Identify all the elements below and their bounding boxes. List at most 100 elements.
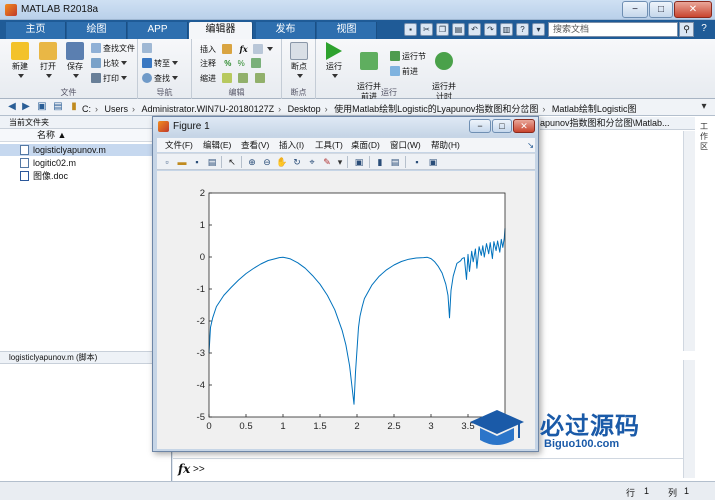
indent-button[interactable]: 缩进 [200, 73, 267, 85]
search-icon[interactable]: ⚲ [679, 22, 694, 37]
file-item[interactable]: logitic02.m [0, 157, 172, 169]
legend-icon[interactable]: ▤ [389, 156, 401, 168]
y-tick-label: -1 [197, 284, 205, 295]
nav-back-forward[interactable] [142, 43, 154, 55]
copy-quick-icon[interactable]: ❐ [436, 23, 449, 36]
breadcrumb-item[interactable]: Users [105, 104, 129, 114]
tab-editor[interactable]: 编辑器 [189, 22, 253, 39]
open-file-icon[interactable]: ▬ [176, 156, 188, 168]
save-button[interactable]: 保存 [61, 42, 89, 82]
figure-minimize-button[interactable]: − [469, 119, 491, 133]
redo-quick-icon[interactable]: ↷ [484, 23, 497, 36]
save-quick-icon[interactable]: ▪ [404, 23, 417, 36]
command-window[interactable]: fx >> [173, 458, 683, 480]
cut-quick-icon[interactable]: ✂ [420, 23, 433, 36]
rotate-3d-icon[interactable]: ↻ [291, 156, 303, 168]
menu-insert[interactable]: 插入(I) [279, 139, 304, 151]
new-figure-icon[interactable]: ▫ [161, 156, 173, 168]
help-quick-icon[interactable]: ? [516, 23, 529, 36]
breadcrumb-item[interactable]: Administrator.WIN7U-20180127Z [142, 104, 275, 114]
open-button[interactable]: 打开 [34, 42, 62, 82]
workspace-side-tab[interactable]: 工作区 [697, 122, 711, 152]
find-files-button[interactable]: 查找文件 [91, 43, 135, 55]
goto-button[interactable]: 转至 [142, 58, 178, 70]
menu-view[interactable]: 查看(V) [241, 139, 269, 151]
print-figure-icon[interactable]: ▤ [206, 156, 218, 168]
x-tick-label: 1.5 [313, 421, 326, 432]
paste-quick-icon[interactable]: ▤ [452, 23, 465, 36]
minimize-button[interactable]: − [622, 1, 648, 18]
brush-icon[interactable]: ✎ [321, 156, 333, 168]
undo-quick-icon[interactable]: ↶ [468, 23, 481, 36]
data-cursor-icon[interactable]: ⌖ [306, 156, 318, 168]
zoom-in-icon[interactable]: ⊕ [246, 156, 258, 168]
maximize-button[interactable]: □ [649, 1, 673, 18]
tab-view[interactable]: 视图 [317, 22, 377, 39]
menu-window[interactable]: 窗口(W) [390, 139, 421, 151]
editor-scrollbar[interactable] [683, 131, 695, 351]
figure-maximize-button[interactable]: □ [492, 119, 512, 133]
fx-icon[interactable]: fx [178, 462, 190, 476]
close-button[interactable]: ✕ [674, 1, 712, 18]
dock-arrow-icon[interactable]: ↘ [527, 139, 534, 151]
select-arrow-icon[interactable]: ↖ [226, 156, 238, 168]
print-button[interactable]: 打印 [91, 73, 127, 85]
comment-percent-icon: % [224, 59, 232, 68]
folder-up-icon[interactable]: ▣ [36, 101, 48, 113]
breakpoints-button[interactable]: 断点 [285, 42, 313, 82]
file-item[interactable]: 图像.doc [0, 170, 172, 182]
save-figure-icon[interactable]: ▪ [191, 156, 203, 168]
customize-quick-icon[interactable]: ▾ [532, 23, 545, 36]
address-dropdown-icon[interactable]: ▾ [698, 101, 710, 113]
tab-apps[interactable]: APP [128, 22, 188, 39]
insert-button[interactable]: 插入 fx [200, 43, 273, 55]
search-documentation-input[interactable]: 搜索文档 [548, 22, 678, 37]
back-arrow-icon[interactable]: ◀ [6, 101, 18, 113]
run-button[interactable]: 运行 [320, 42, 348, 82]
breadcrumb-item[interactable]: Matlab绘制Logistic图 [552, 102, 637, 115]
tab-home[interactable]: 主页 [6, 22, 66, 39]
colorbar-icon[interactable]: ▮ [374, 156, 386, 168]
advance-button[interactable]: 前进 [390, 66, 418, 78]
zoom-out-icon[interactable]: ⊖ [261, 156, 273, 168]
forward-arrow-icon[interactable]: ▶ [20, 101, 32, 113]
file-item[interactable]: logisticlyapunov.m [0, 144, 172, 156]
name-column-header[interactable]: 名称 ▲ [0, 129, 172, 142]
file-group-label: 文件 [60, 88, 77, 97]
figure-titlebar[interactable]: Figure 1 − □ ✕ [153, 117, 538, 136]
x-tick-label: 2.5 [387, 421, 400, 432]
y-tick-label: -4 [197, 380, 205, 391]
smart-indent-icon [222, 73, 233, 83]
breadcrumb-item[interactable]: Desktop [288, 104, 321, 114]
run-section-icon [390, 51, 400, 61]
figure-close-button[interactable]: ✕ [513, 119, 535, 133]
brush-dropdown-icon[interactable]: ▾ [334, 156, 346, 168]
menu-file[interactable]: 文件(F) [165, 139, 193, 151]
breadcrumb-item[interactable]: C: [82, 104, 91, 114]
tab-publish[interactable]: 发布 [256, 22, 316, 39]
compare-button[interactable]: 比较 [91, 58, 127, 70]
switch-windows-icon[interactable]: ▥ [500, 23, 513, 36]
menu-tools[interactable]: 工具(T) [315, 139, 343, 151]
browse-folder-icon[interactable]: ▤ [52, 101, 64, 113]
y-tick-label: 2 [200, 188, 205, 199]
fx-icon[interactable]: fx [239, 44, 247, 54]
breadcrumb-item[interactable]: 使用Matlab绘制Logistic的Lyapunov指数图和分岔图 [334, 102, 538, 115]
show-plot-tools-icon[interactable]: ▣ [427, 156, 439, 168]
run-section-button[interactable]: 运行节 [390, 51, 426, 63]
menu-desktop[interactable]: 桌面(D) [351, 139, 380, 151]
new-button[interactable]: 新建 [6, 42, 34, 82]
find-button[interactable]: 查找 [142, 73, 178, 85]
advance-icon [390, 66, 400, 76]
menu-help[interactable]: 帮助(H) [431, 139, 460, 151]
nav-arrows-icon [142, 43, 152, 53]
menu-edit[interactable]: 编辑(E) [203, 139, 231, 151]
comment-button[interactable]: 注释 % % [200, 58, 263, 70]
help-icon[interactable]: ? [697, 22, 711, 37]
pan-hand-icon[interactable]: ✋ [276, 156, 288, 168]
editor-path-header: apunov指数图和分岔图\Matlab... [540, 117, 695, 130]
tab-plots[interactable]: 绘图 [67, 22, 127, 39]
current-folder-address-bar: ◀ ▶ ▣ ▤ ▮ C: › Users › Administrator.WIN7U… [0, 99, 715, 116]
hide-plot-tools-icon[interactable]: ▪ [411, 156, 423, 168]
link-plot-icon[interactable]: ▣ [353, 156, 365, 168]
